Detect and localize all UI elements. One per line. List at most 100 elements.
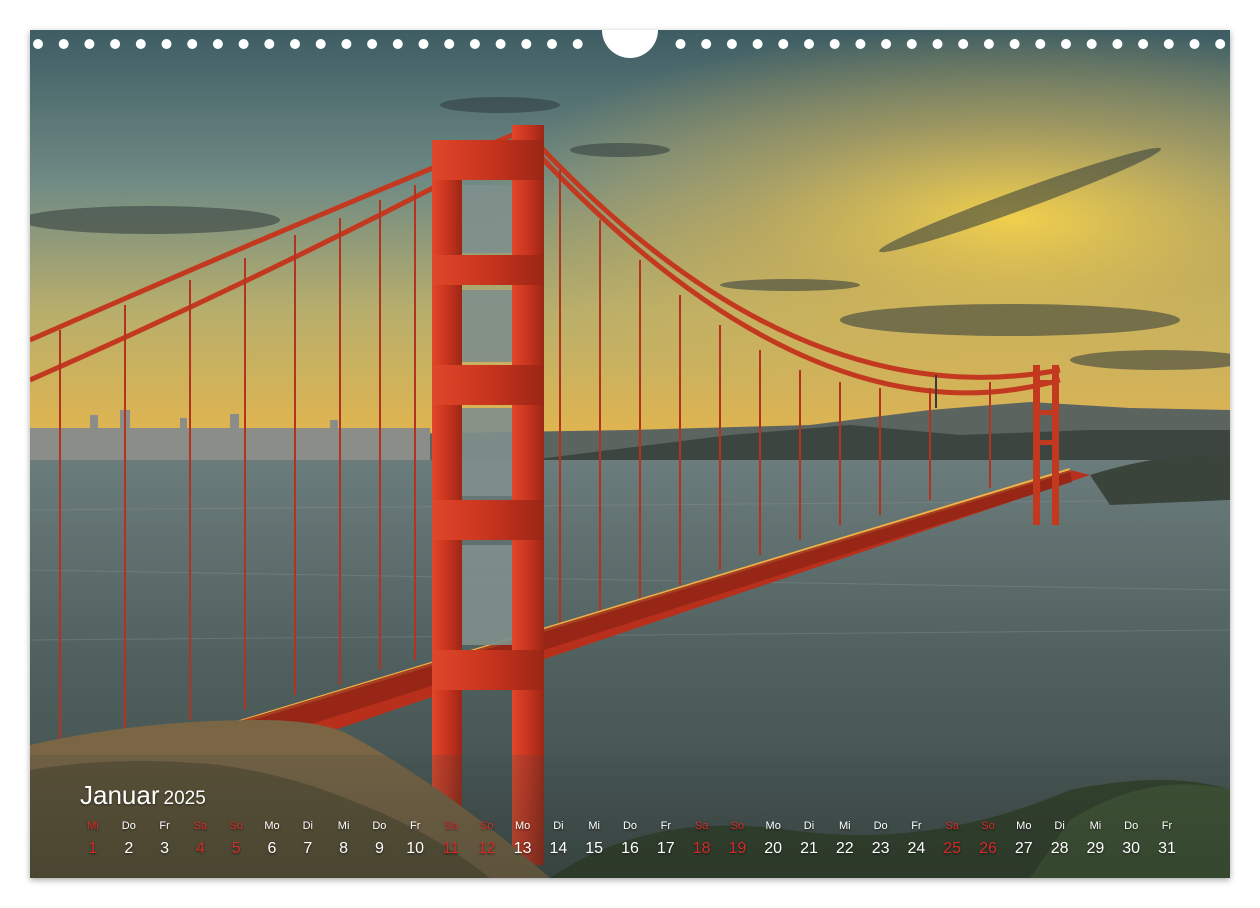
- binding-hole: [264, 39, 275, 49]
- day-number: 5: [231, 840, 241, 857]
- weekday-label: Sa: [694, 820, 709, 832]
- binding-hole: [469, 39, 480, 49]
- day-number: 28: [1050, 840, 1069, 857]
- binding-hole: [1215, 39, 1226, 49]
- weekday-label: Di: [1054, 820, 1065, 832]
- day-cell: Di 14: [540, 818, 576, 864]
- binding-hole: [161, 39, 172, 49]
- binding-hole: [444, 39, 455, 49]
- day-number: 15: [585, 840, 604, 857]
- day-number: 29: [1086, 840, 1105, 857]
- binding-hole: [33, 39, 43, 49]
- binding-hole: [1035, 39, 1046, 49]
- binding-hole: [701, 39, 712, 49]
- day-cell: Fr 10: [397, 818, 433, 864]
- binding-hole: [906, 39, 917, 49]
- day-number: 16: [621, 840, 639, 857]
- binding-hole: [726, 39, 737, 49]
- weekday-label: Mi: [1089, 820, 1102, 832]
- day-number: 3: [160, 840, 170, 857]
- binding-hole: [1061, 39, 1071, 49]
- binding-hole: [84, 39, 95, 49]
- weekday-label: So: [730, 820, 745, 832]
- binding-hole: [547, 39, 557, 49]
- weekday-label: Do: [873, 820, 888, 832]
- day-cell: Do 2: [111, 818, 147, 864]
- day-number: 10: [406, 840, 425, 857]
- day-cell: Mo 20: [755, 818, 791, 864]
- weekday-label: Mi: [838, 820, 851, 832]
- weekday-label: Fr: [660, 820, 671, 832]
- binding-hole: [1086, 39, 1097, 49]
- day-number: 2: [124, 840, 134, 857]
- weekday-label: Mi: [588, 820, 600, 832]
- binding-hole: [1112, 39, 1123, 49]
- weekday-label: Di: [553, 820, 564, 832]
- binding-hole: [135, 39, 146, 49]
- day-number: 21: [800, 840, 818, 857]
- year-label: 2025: [163, 788, 206, 809]
- day-cell: Mo 27: [1006, 818, 1042, 864]
- binding-hole: [752, 39, 763, 49]
- day-number: 17: [656, 840, 675, 857]
- weekday-label: Do: [622, 820, 638, 832]
- binding-hole: [932, 39, 943, 49]
- day-cell: Di 28: [1042, 818, 1078, 864]
- month-name: Januar: [80, 780, 160, 810]
- binding-hole: [1138, 39, 1149, 49]
- day-cell: So 12: [469, 818, 505, 864]
- weekday-label: Mo: [765, 820, 781, 832]
- day-number: 14: [549, 840, 568, 857]
- day-number: 19: [728, 840, 747, 857]
- weekday-label: Do: [372, 820, 387, 832]
- day-number: 30: [1122, 840, 1141, 857]
- binding-hole: [983, 39, 994, 49]
- binding-hole: [778, 39, 789, 49]
- binding-holes: [33, 30, 1226, 58]
- day-strip: Mi 1 Do 2 Fr 3 Sa 4 So 5 Mo 6 Di 7 Mi 8 Do 9 Fr 10 Sa 11 So 12 M…: [75, 818, 1195, 868]
- weekday-label: Di: [302, 820, 313, 832]
- weekday-label: Mo: [264, 820, 280, 832]
- binding-hole: [495, 39, 506, 49]
- day-cell: Di 21: [791, 818, 827, 864]
- binding-hole: [212, 39, 223, 49]
- binding-hole: [315, 39, 326, 49]
- binding-hole: [675, 39, 686, 49]
- binding-hole: [804, 39, 814, 49]
- day-number: 31: [1158, 840, 1176, 857]
- weekday-label: Sa: [193, 820, 208, 832]
- binding-hole: [521, 39, 532, 49]
- binding-hole: [855, 39, 866, 49]
- day-cell: Fr 17: [648, 818, 684, 864]
- day-cell: Mo 13: [505, 818, 541, 864]
- day-cell: Mi 22: [827, 818, 863, 864]
- day-cell: Di 7: [290, 818, 326, 864]
- day-number: 22: [835, 840, 854, 857]
- weekday-label: Mo: [514, 820, 531, 832]
- day-number: 25: [943, 840, 962, 857]
- weekday-label: Mo: [1016, 820, 1032, 832]
- weekday-label: Fr: [1161, 820, 1173, 832]
- day-number: 7: [303, 840, 313, 857]
- weekday-label: Fr: [159, 820, 170, 832]
- day-cell: Do 30: [1113, 818, 1149, 864]
- day-number: 4: [195, 840, 205, 857]
- day-cell: Mi 15: [576, 818, 612, 864]
- binding-hole: [572, 39, 583, 49]
- day-cell: Sa 25: [934, 818, 970, 864]
- day-cell: Sa 11: [433, 818, 469, 864]
- weekday-label: Sa: [444, 820, 458, 832]
- day-number: 18: [692, 840, 711, 857]
- day-number: 11: [442, 840, 460, 857]
- day-cell: Do 16: [612, 818, 648, 864]
- binding-hole: [829, 39, 840, 49]
- day-cell: Do 9: [361, 818, 397, 864]
- day-number: 26: [979, 840, 997, 857]
- hanger-cutout: [602, 30, 658, 58]
- binding-hole: [1009, 39, 1020, 49]
- day-cell: Fr 3: [147, 818, 183, 864]
- day-number: 23: [871, 840, 890, 857]
- weekday-label: So: [981, 820, 995, 832]
- day-number: 12: [477, 840, 496, 857]
- binding-hole: [238, 39, 249, 49]
